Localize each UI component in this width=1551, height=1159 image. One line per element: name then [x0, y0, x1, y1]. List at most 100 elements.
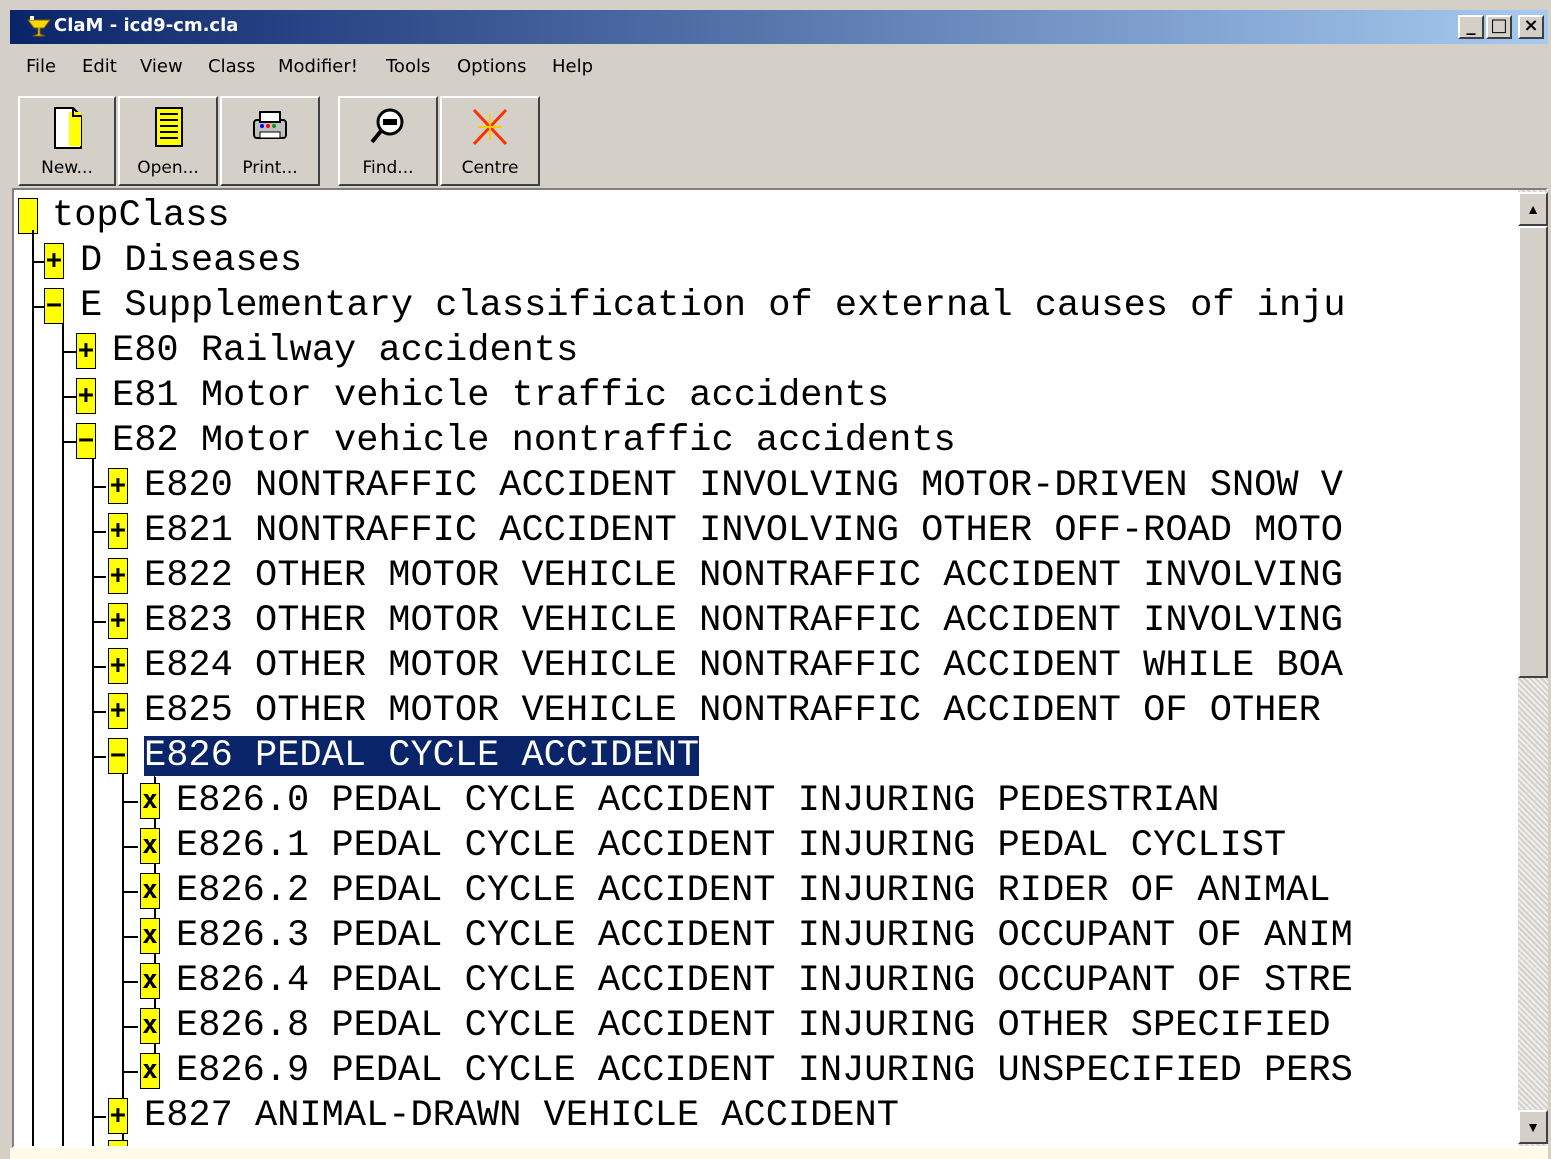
- menu-options[interactable]: Options: [457, 56, 526, 77]
- menu-tools[interactable]: Tools: [386, 56, 430, 77]
- tree-node-label: E822 OTHER MOTOR VEHICLE NONTRAFFIC ACCI…: [144, 555, 1343, 597]
- tree-branch-line: [62, 351, 76, 353]
- menu-class[interactable]: Class: [208, 56, 255, 77]
- tree-root-label: topClass: [52, 195, 230, 237]
- tree-branch-line: [92, 1116, 106, 1118]
- tree-guide-line: [92, 455, 94, 1146]
- expand-icon[interactable]: +: [44, 243, 64, 279]
- tree-node-label: D Diseases: [80, 240, 303, 282]
- tree-branch-line: [124, 981, 138, 983]
- tree-node-label: E826.3 PEDAL CYCLE ACCIDENT INJURING OCC…: [176, 915, 1353, 957]
- tree-node-label: E Supplementary classification of extern…: [80, 285, 1346, 327]
- tree-branch-line: [124, 1026, 138, 1028]
- tree-guide-line: [62, 320, 64, 1146]
- vertical-scrollbar[interactable]: ▲ ▼: [1518, 190, 1548, 1146]
- title-bar[interactable]: ClaM - icd9-cm.cla _ □ ×: [10, 10, 1548, 44]
- leaf-icon: x: [140, 963, 160, 999]
- tree-node-label: E821 NONTRAFFIC ACCIDENT INVOLVING OTHER…: [144, 510, 1343, 552]
- tree-branch-line: [124, 846, 138, 848]
- tree-node-label: E826.0 PEDAL CYCLE ACCIDENT INJURING PED…: [176, 780, 1220, 822]
- expand-icon[interactable]: +: [76, 333, 96, 369]
- collapse-icon[interactable]: −: [44, 288, 64, 324]
- leaf-icon: x: [140, 918, 160, 954]
- new-button[interactable]: New...: [18, 96, 116, 186]
- open-document-icon: [155, 107, 183, 147]
- tree-node-label: E826.9 PEDAL CYCLE ACCIDENT INJURING UNS…: [176, 1050, 1353, 1092]
- tree-node-label: E81 Motor vehicle traffic accidents: [112, 375, 890, 417]
- tree-guide-line: [32, 230, 34, 1146]
- open-button-label: Open...: [137, 158, 199, 178]
- tree-branch-line: [62, 396, 76, 398]
- tree-branch-line: [92, 531, 106, 533]
- tree-node-label: E82 Motor vehicle nontraffic accidents: [112, 420, 956, 462]
- maximize-button[interactable]: □: [1486, 15, 1512, 39]
- expand-icon[interactable]: +: [76, 378, 96, 414]
- tree-node-label: E826.1 PEDAL CYCLE ACCIDENT INJURING PED…: [176, 825, 1287, 867]
- expand-icon[interactable]: +: [108, 603, 128, 639]
- expand-icon[interactable]: +: [108, 558, 128, 594]
- tree-node-label: E826.4 PEDAL CYCLE ACCIDENT INJURING OCC…: [176, 960, 1353, 1002]
- new-button-label: New...: [41, 158, 93, 178]
- collapse-icon[interactable]: −: [76, 423, 96, 459]
- tree-guide-line: [122, 770, 124, 1146]
- printer-icon: [253, 111, 287, 139]
- collapse-icon[interactable]: −: [108, 738, 128, 774]
- new-file-icon: [54, 107, 82, 149]
- expand-icon[interactable]: +: [108, 513, 128, 549]
- clam-app-icon: [27, 16, 51, 37]
- expand-icon[interactable]: +: [108, 468, 128, 504]
- tree-node-label: E826.8 PEDAL CYCLE ACCIDENT INJURING OTH…: [176, 1005, 1331, 1047]
- leaf-icon: x: [140, 828, 160, 864]
- menu-edit[interactable]: Edit: [82, 56, 117, 77]
- centre-button[interactable]: Centre: [440, 96, 540, 186]
- next-node-icon-partial: [108, 1140, 128, 1146]
- class-tree[interactable]: topClass + D Diseases − E Supplementary …: [14, 190, 1518, 1146]
- minimize-button[interactable]: _: [1458, 15, 1484, 39]
- print-button[interactable]: Print...: [220, 96, 320, 186]
- magnifier-icon: [370, 108, 404, 144]
- status-bar: [10, 1148, 1548, 1159]
- open-button[interactable]: Open...: [118, 96, 218, 186]
- scroll-down-button[interactable]: ▼: [1518, 1110, 1548, 1144]
- tree-branch-line: [92, 621, 106, 623]
- scroll-thumb[interactable]: [1518, 226, 1548, 678]
- expand-icon[interactable]: +: [108, 693, 128, 729]
- centre-crosshair-icon: [472, 108, 508, 146]
- tree-branch-line: [92, 576, 106, 578]
- tree-node-label: E827 ANIMAL-DRAWN VEHICLE ACCIDENT: [144, 1095, 899, 1137]
- tree-branch-line: [92, 711, 106, 713]
- tree-branch-line: [124, 891, 138, 893]
- window-title: ClaM - icd9-cm.cla: [54, 15, 239, 36]
- tree-branch-line: [92, 666, 106, 668]
- tree-node-label: E826.2 PEDAL CYCLE ACCIDENT INJURING RID…: [176, 870, 1331, 912]
- menu-bar: File Edit View Class Modifier! Tools Opt…: [10, 50, 1548, 86]
- leaf-icon: x: [140, 1053, 160, 1089]
- menu-view[interactable]: View: [140, 56, 183, 77]
- expand-icon[interactable]: +: [108, 648, 128, 684]
- root-node-icon: [18, 198, 38, 234]
- tree-node-label: E820 NONTRAFFIC ACCIDENT INVOLVING MOTOR…: [144, 465, 1343, 507]
- tree-node-label: E824 OTHER MOTOR VEHICLE NONTRAFFIC ACCI…: [144, 645, 1343, 687]
- close-button[interactable]: ×: [1518, 15, 1544, 39]
- scroll-up-button[interactable]: ▲: [1518, 192, 1548, 226]
- leaf-icon: x: [140, 873, 160, 909]
- tree-branch-line: [124, 936, 138, 938]
- tree-branch-line: [124, 1071, 138, 1073]
- tree-node-label: E823 OTHER MOTOR VEHICLE NONTRAFFIC ACCI…: [144, 600, 1343, 642]
- centre-button-label: Centre: [461, 158, 519, 178]
- find-button[interactable]: Find...: [338, 96, 438, 186]
- menu-file[interactable]: File: [26, 56, 56, 77]
- menu-help[interactable]: Help: [552, 56, 593, 77]
- leaf-icon: x: [140, 1008, 160, 1044]
- menu-modifier[interactable]: Modifier!: [278, 56, 358, 77]
- tree-node-label: E826 PEDAL CYCLE ACCIDENT: [142, 735, 701, 777]
- find-button-label: Find...: [362, 158, 414, 178]
- tree-branch-line: [124, 801, 138, 803]
- tree-branch-line: [62, 441, 76, 443]
- expand-icon[interactable]: +: [108, 1098, 128, 1134]
- tree-node-label: E80 Railway accidents: [112, 330, 579, 372]
- leaf-icon: x: [140, 783, 160, 819]
- tree-node-label: E825 OTHER MOTOR VEHICLE NONTRAFFIC ACCI…: [144, 690, 1321, 732]
- print-button-label: Print...: [242, 158, 298, 178]
- tree-branch-line: [92, 756, 106, 758]
